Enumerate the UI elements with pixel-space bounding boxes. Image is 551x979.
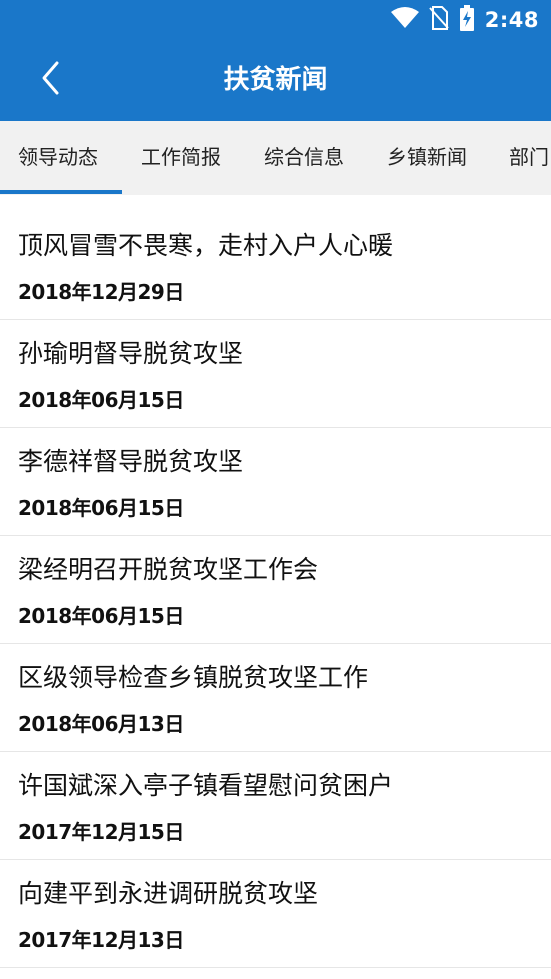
news-item[interactable]: 孙瑜明督导脱贫攻坚 2018年06月15日 — [0, 320, 551, 428]
news-title: 孙瑜明督导脱贫攻坚 — [18, 339, 244, 368]
tab-township-news[interactable]: 乡镇新闻 — [387, 121, 467, 195]
news-date: 2018年12月29日 — [18, 280, 184, 304]
news-date: 2018年06月15日 — [18, 388, 184, 412]
news-title: 顶风冒雪不畏寒，走村入户人心暖 — [18, 231, 394, 260]
category-tabs: 领导动态 工作简报 综合信息 乡镇新闻 部门 — [0, 121, 551, 195]
news-title: 区级领导检查乡镇脱贫攻坚工作 — [18, 663, 369, 692]
news-list: 顶风冒雪不畏寒，走村入户人心暖 2018年12月29日 孙瑜明督导脱贫攻坚 20… — [0, 212, 551, 968]
news-date: 2018年06月15日 — [18, 496, 184, 520]
active-tab-indicator — [0, 190, 122, 194]
status-bar: 2:48 — [0, 0, 551, 40]
news-title: 李德祥督导脱贫攻坚 — [18, 447, 244, 476]
back-button[interactable] — [28, 58, 72, 102]
news-item[interactable]: 李德祥督导脱贫攻坚 2018年06月15日 — [0, 428, 551, 536]
news-item[interactable]: 梁经明召开脱贫攻坚工作会 2018年06月15日 — [0, 536, 551, 644]
tab-work-briefing[interactable]: 工作简报 — [141, 121, 221, 195]
battery-charging-icon — [459, 5, 475, 35]
news-title: 许国斌深入亭子镇看望慰问贫困户 — [18, 771, 394, 800]
news-item[interactable]: 顶风冒雪不畏寒，走村入户人心暖 2018年12月29日 — [0, 212, 551, 320]
news-date: 2018年06月13日 — [18, 712, 184, 736]
tab-general-info[interactable]: 综合信息 — [264, 121, 344, 195]
tab-leader-news[interactable]: 领导动态 — [18, 121, 98, 195]
page-title: 扶贫新闻 — [223, 65, 328, 95]
news-date: 2017年12月13日 — [18, 928, 184, 952]
news-item[interactable]: 向建平到永进调研脱贫攻坚 2017年12月13日 — [0, 860, 551, 968]
tab-department[interactable]: 部门 — [509, 121, 549, 195]
list-gap — [0, 195, 551, 212]
news-title: 梁经明召开脱贫攻坚工作会 — [18, 555, 319, 584]
news-date: 2017年12月15日 — [18, 820, 184, 844]
news-date: 2018年06月15日 — [18, 604, 184, 628]
status-icons: 2:48 — [390, 5, 539, 35]
news-item[interactable]: 许国斌深入亭子镇看望慰问贫困户 2017年12月15日 — [0, 752, 551, 860]
news-title: 向建平到永进调研脱贫攻坚 — [18, 879, 319, 908]
chevron-left-icon — [39, 60, 61, 100]
status-time: 2:48 — [484, 8, 539, 32]
wifi-icon — [390, 7, 419, 33]
app-bar: 2:48 扶贫新闻 — [0, 0, 551, 121]
toolbar: 扶贫新闻 — [0, 40, 551, 121]
no-sim-icon — [429, 6, 449, 34]
news-item[interactable]: 区级领导检查乡镇脱贫攻坚工作 2018年06月13日 — [0, 644, 551, 752]
